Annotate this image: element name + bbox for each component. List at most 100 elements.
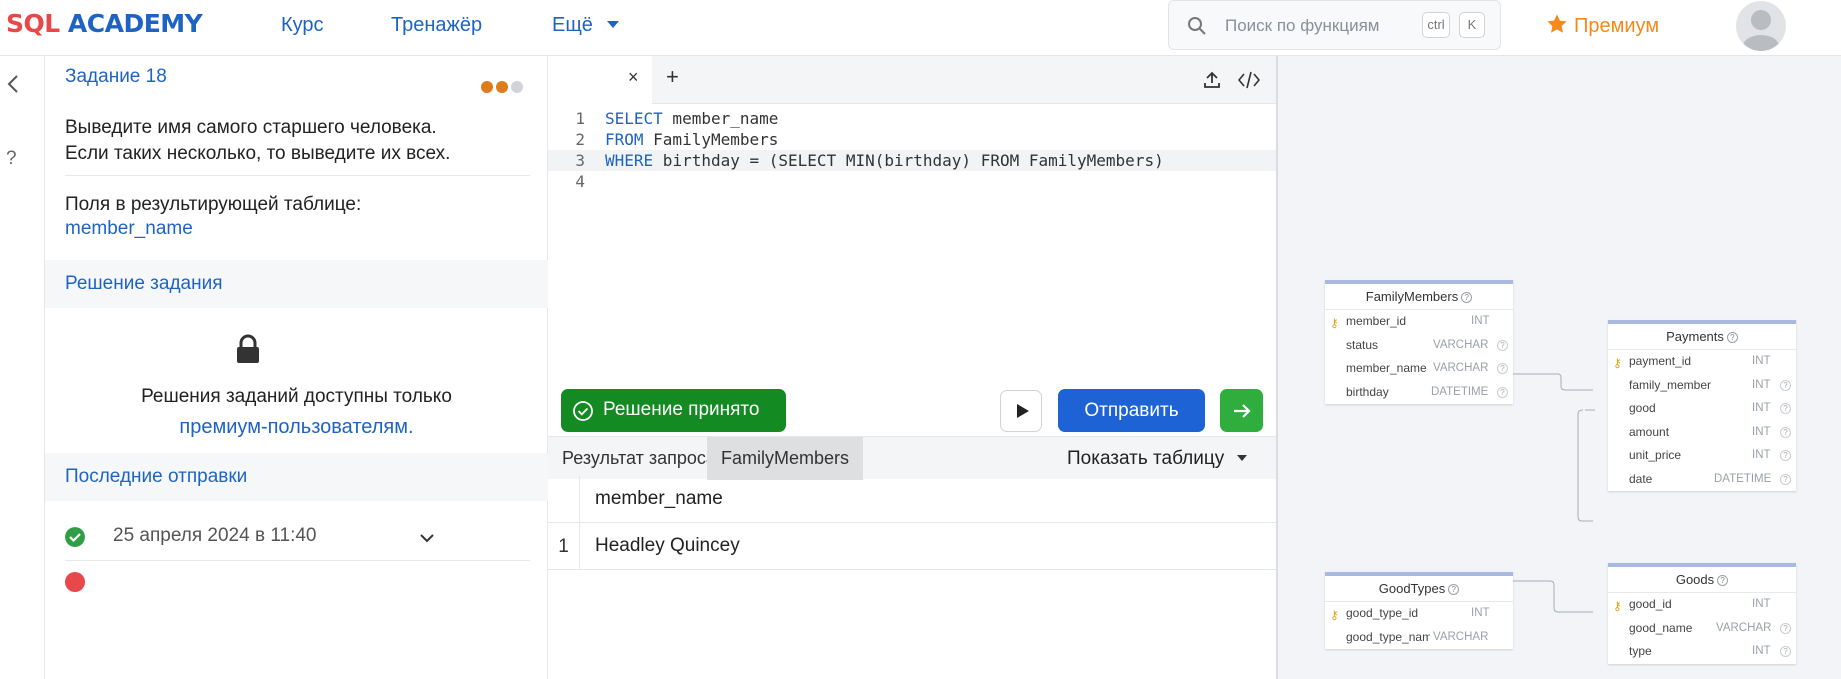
line-number: 2 — [575, 130, 585, 149]
fields-value: member_name — [65, 218, 193, 239]
search-box[interactable]: Поиск по функциям ctrl K — [1168, 0, 1501, 50]
lock-icon — [237, 334, 259, 363]
premium-link[interactable]: Премиум — [1546, 13, 1659, 38]
info-icon: ? — [1780, 403, 1791, 414]
premium-link-inline[interactable]: премиум-пользователям. — [45, 412, 548, 442]
editor-tab[interactable]: × — [548, 56, 652, 104]
task-text-line: Если таких несколько, то выведите их все… — [65, 143, 451, 164]
table-cell: Headley Quincey — [595, 535, 740, 556]
schema-field: good INT? — [1608, 397, 1796, 421]
chevron-left-icon[interactable] — [6, 74, 20, 94]
field-name: good_id — [1629, 597, 1672, 611]
solution-section-header[interactable]: Решение задания — [45, 260, 548, 308]
schema-table-familymembers[interactable]: FamilyMembers? ⚷ member_id INT status VARCH… — [1325, 280, 1513, 404]
search-placeholder: Поиск по функциям — [1225, 16, 1380, 35]
row-index: 1 — [548, 523, 580, 570]
submission-date: 25 апреля 2024 в 11:40 — [113, 525, 317, 546]
schema-table-payments[interactable]: Payments? ⚷ payment_id INT family_member IN… — [1608, 320, 1796, 491]
info-icon: ? — [1780, 379, 1791, 391]
schema-field: good_type_name VARCHAR — [1325, 626, 1513, 650]
task-title[interactable]: Задание 18 — [65, 66, 167, 88]
editor-panel: × + 1 SELECT member_name 2 FROM FamilyMemb… — [548, 56, 1276, 679]
line-number: 3 — [575, 151, 585, 170]
tab-query-result[interactable]: Результат запроса — [548, 437, 730, 480]
avatar[interactable] — [1736, 1, 1786, 51]
schema-table-goods[interactable]: Goods? ⚷ good_id INT good_name VARCHAR? typ… — [1608, 563, 1796, 664]
help-icon[interactable]: ? — [6, 148, 17, 170]
schema-field: good_name VARCHAR? — [1608, 617, 1796, 641]
upload-icon[interactable] — [1203, 71, 1221, 89]
field-type: VARCHAR — [1716, 621, 1772, 634]
user-icon — [1743, 10, 1779, 51]
submit-button[interactable]: Отправить — [1058, 389, 1205, 432]
show-table-dropdown[interactable]: Показать таблицу — [1067, 448, 1248, 470]
result-table: member_name 1 Headley Quincey — [548, 476, 1276, 570]
code-line: 1 SELECT member_name — [548, 108, 1276, 129]
code-view-icon[interactable] — [1238, 71, 1260, 89]
table-name: GoodTypes — [1378, 581, 1446, 596]
field-type: INT — [1752, 378, 1771, 391]
line-number: 1 — [575, 109, 585, 128]
code-text: birthday = (SELECT MIN(birthday) FROM Fa… — [653, 151, 1164, 170]
nav-course[interactable]: Курс — [281, 14, 324, 37]
code-area[interactable]: 1 SELECT member_name 2 FROM FamilyMembers … — [548, 108, 1276, 192]
kbd-k: K — [1459, 12, 1485, 38]
play-icon — [1017, 404, 1029, 418]
field-type: INT — [1752, 449, 1771, 461]
field-type: VARCHAR — [1433, 338, 1489, 351]
schema-field: member_name VARCHAR? — [1325, 357, 1513, 381]
nav-more[interactable]: Ещё — [552, 14, 620, 37]
field-name: good — [1629, 401, 1656, 415]
add-tab-icon[interactable]: + — [666, 64, 679, 90]
logo-sql: SQL — [6, 9, 60, 38]
schema-field: date DATETIME? — [1608, 468, 1796, 492]
info-icon: ? — [1780, 622, 1791, 634]
difficulty-indicator — [481, 80, 526, 98]
code-text: member_name — [662, 109, 779, 128]
nav-more-label: Ещё — [552, 14, 593, 36]
tab-familymembers[interactable]: FamilyMembers — [707, 437, 864, 480]
task-text-line: Выведите имя самого старшего человека. — [65, 117, 437, 138]
table-name: Goods — [1675, 572, 1715, 587]
schema-field: unit_price INT? — [1608, 444, 1796, 468]
field-name: payment_id — [1629, 354, 1692, 368]
code-text: FamilyMembers — [643, 130, 779, 149]
schema-table-title: GoodTypes? — [1325, 576, 1513, 602]
run-button[interactable] — [1000, 390, 1042, 432]
divider — [65, 175, 530, 176]
field-type: INT — [1752, 355, 1771, 367]
code-line: 3 WHERE birthday = (SELECT MIN(birthday) … — [548, 150, 1276, 171]
code-keyword: WHERE — [605, 151, 654, 170]
nav-trainer[interactable]: Тренажёр — [391, 14, 482, 37]
field-name: member_name — [1346, 361, 1427, 375]
field-name: date — [1629, 471, 1653, 486]
caret-down-icon — [607, 21, 620, 28]
task-panel: Задание 18 Выведите имя самого старшего … — [45, 56, 548, 679]
schema-table-title: Payments? — [1608, 324, 1796, 350]
info-icon: ? — [1448, 584, 1460, 595]
solution-accepted-badge[interactable]: Решение принято — [561, 389, 786, 432]
field-name: type — [1629, 644, 1652, 658]
logo[interactable]: SQL ACADEMY — [6, 9, 203, 38]
chevron-down-icon[interactable] — [419, 530, 435, 546]
task-header: Задание 18 — [45, 56, 548, 98]
close-tab-icon[interactable]: × — [628, 67, 639, 88]
task-description: Выведите имя самого старшего человека. Е… — [65, 115, 535, 167]
recent-section-header[interactable]: Последние отправки — [45, 453, 548, 501]
caret-down-icon — [1236, 455, 1247, 461]
info-icon: ? — [1780, 426, 1791, 438]
schema-field: ⚷ good_type_id INT — [1325, 602, 1513, 626]
field-type: INT — [1752, 598, 1771, 610]
table-row: 1 Headley Quincey — [548, 523, 1276, 570]
code-line: 4 — [548, 171, 1276, 192]
next-task-button[interactable] — [1220, 389, 1263, 432]
schema-table-goodtypes[interactable]: GoodTypes? ⚷ good_type_id INT good_type_na… — [1325, 572, 1513, 649]
schema-field: ⚷ payment_id INT — [1608, 350, 1796, 374]
field-name: family_member — [1629, 377, 1712, 392]
accepted-label: Решение принято — [603, 399, 760, 420]
schema-diagram[interactable]: FamilyMembers? ⚷ member_id INT status VARCH… — [1276, 56, 1841, 679]
star-icon — [1547, 14, 1567, 33]
field-name: member_id — [1346, 314, 1407, 328]
schema-field: family_member INT? — [1608, 374, 1796, 398]
difficulty-dot — [496, 81, 508, 93]
